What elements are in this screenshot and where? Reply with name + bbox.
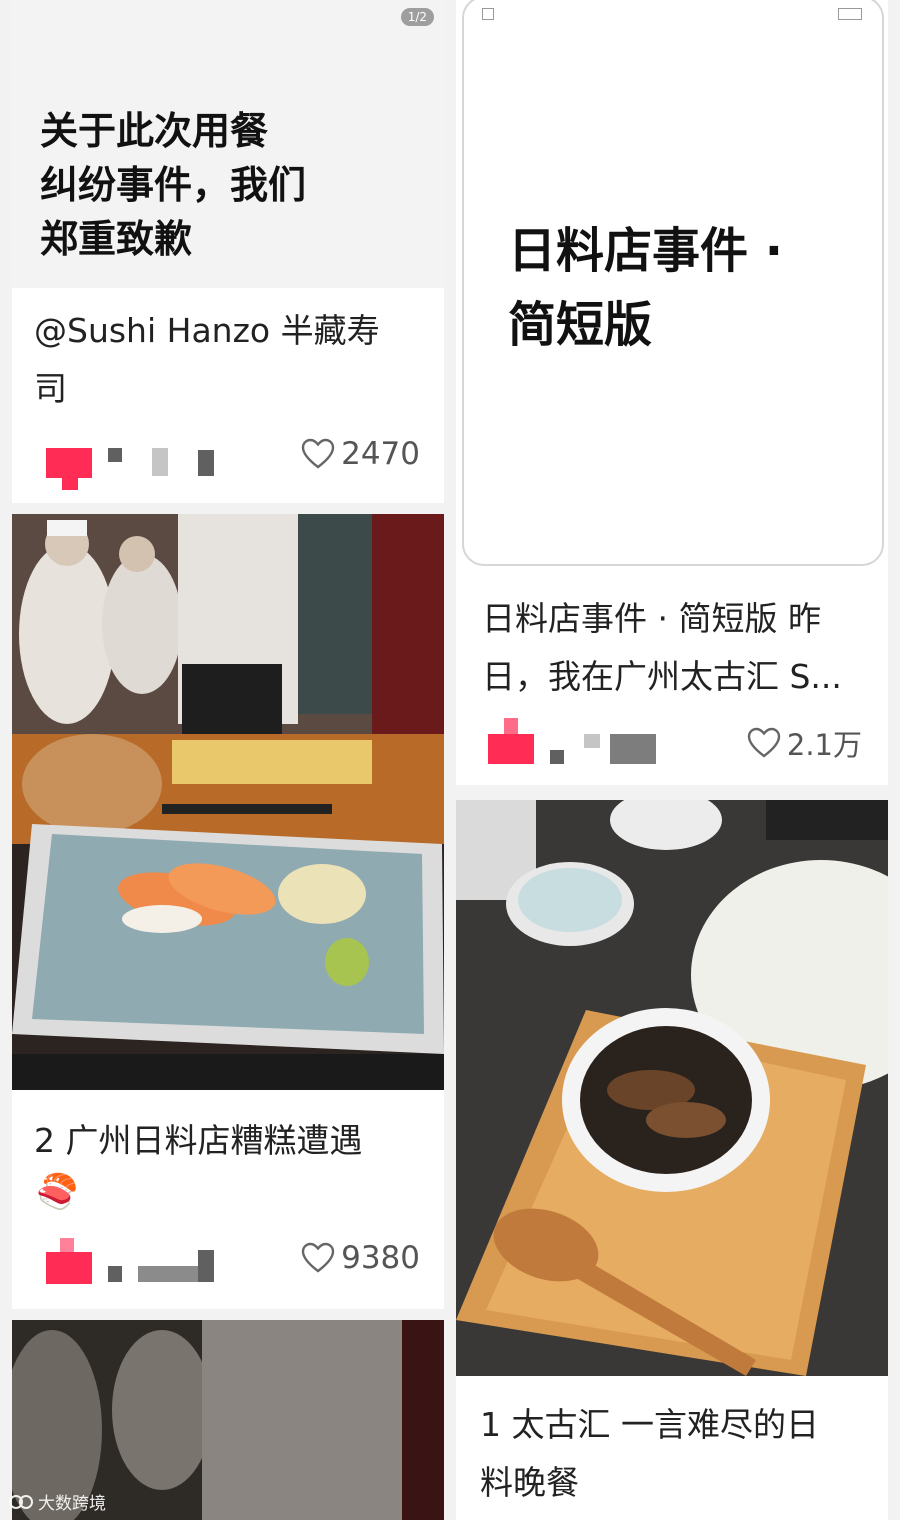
username-blurred-3 [198,1250,214,1282]
username-blurred[interactable] [108,448,122,462]
battery-icon [838,8,862,20]
watermark: 大数跨境 [8,1489,106,1514]
cover-text: 日料店事件 · 简短版 [508,223,783,353]
like-count-value: 2470 [341,436,420,472]
like-count-value: 9380 [341,1240,420,1276]
like-count[interactable]: 2470 [301,436,420,472]
note-card-1[interactable]: @Sushi Hanzo 半藏寿 司 2470 [12,288,444,503]
like-count[interactable]: 9380 [301,1240,420,1276]
note-card-2[interactable]: 日料店事件 · 简短版 日料店事件 · 简短版 昨 日，我在广州太古汇 S...… [456,0,888,785]
cover-text: 关于此次用餐 纠纷事件，我们 郑重致歉 [40,109,307,261]
sushi-plate-photo [12,514,444,1090]
username-blurred-3 [198,450,214,476]
username-blurred-2 [584,734,600,748]
like-count[interactable]: 2.1万 [747,722,862,764]
watermark-text: 大数跨境 [38,1494,106,1514]
username-blurred[interactable] [108,1266,122,1282]
note-title: 日料店事件 · 简短版 昨 日，我在广州太古汇 S... [482,599,842,696]
username-blurred-2 [152,448,168,476]
page-indicator: 1/2 [400,8,434,26]
note-title: @Sushi Hanzo 半藏寿 司 [34,311,380,408]
avatar-top [60,1238,74,1254]
username-blurred[interactable] [550,750,564,764]
watermark-logo-icon [9,1494,33,1509]
avatar[interactable] [46,1252,92,1284]
note-title: 2 广州日料店糟糕遭遇 [34,1121,363,1160]
avatar[interactable] [488,734,534,764]
username-blurred-2 [138,1266,198,1282]
note-card-3[interactable]: 2 广州日料店糟糕遭遇 🍣 9380 [12,514,444,1309]
eel-bowl-photo [456,800,888,1376]
note-card-4[interactable]: 1 太古汇 一言难尽的日 料晚餐 [456,800,888,1520]
status-square-icon [482,8,494,20]
heart-outline-icon [301,1242,335,1273]
heart-outline-icon [747,727,781,758]
avatar[interactable] [46,448,92,478]
avatar-tail [62,476,78,490]
heart-outline-icon [301,438,335,469]
note-title: 1 太古汇 一言难尽的日 料晚餐 [480,1405,819,1502]
avatar-top [504,718,518,736]
username-blurred-3 [610,734,656,764]
sushi-emoji: 🍣 [36,1172,79,1212]
note-card-1-cover[interactable]: 1/2 关于此次用餐 纠纷事件，我们 郑重致歉 [12,0,444,288]
like-count-value: 2.1万 [786,728,862,762]
